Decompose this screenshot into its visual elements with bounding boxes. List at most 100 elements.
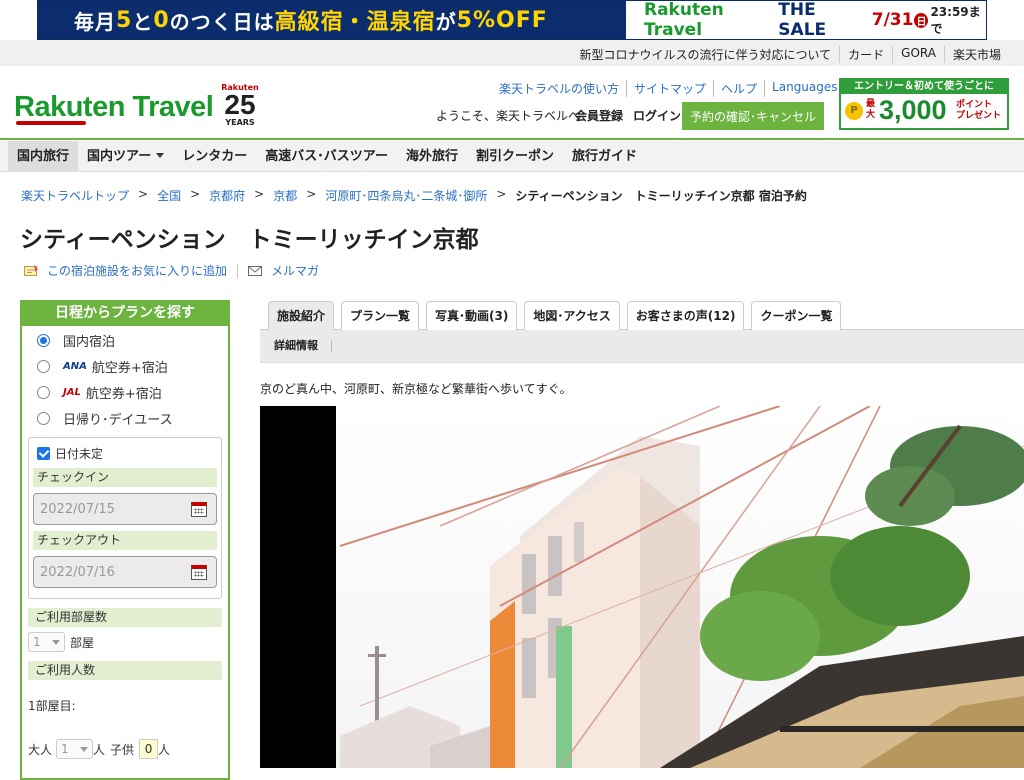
utility-bar: 新型コロナウイルスの流行に伴う対応について カード GORA 楽天市場 <box>0 40 1024 66</box>
main-nav: 国内旅行 国内ツアー レンタカー 高速バス･バスツアー 海外旅行 割引クーポン … <box>0 141 1024 172</box>
nav-coupons[interactable]: 割引クーポン <box>467 141 563 172</box>
breadcrumb-separator: > <box>496 187 507 201</box>
banner-text-3: と <box>132 9 154 34</box>
promo-max: 最大 <box>866 99 876 120</box>
tab-facility-intro[interactable]: 施設紹介 <box>268 301 335 330</box>
breadcrumb-separator: > <box>138 187 149 201</box>
option-day-use[interactable]: 日帰り･デイユース <box>22 405 228 431</box>
promo-banner[interactable]: 毎月 5 と 0 のつく日は 高級宿・温泉宿 が 5 %OFF Rakuten … <box>37 0 987 40</box>
banner-text-9: %OFF <box>472 7 548 33</box>
option-label: 日帰り･デイユース <box>63 412 173 428</box>
banner-sale: Rakuten Travel THE SALE 7/31 日 23:59まで <box>626 0 986 40</box>
rooms-row: 1 部屋 <box>28 632 222 652</box>
breadcrumb-kyoto[interactable]: 京都 <box>273 187 297 204</box>
nav-label: 割引クーポン <box>476 149 555 164</box>
checkin-value: 2022/07/15 <box>40 501 115 517</box>
banner-date: 7/31 <box>871 10 914 30</box>
banner-text-2: 5 <box>116 7 133 33</box>
jal-logo-icon: JAL <box>63 386 81 398</box>
rakuten-travel-logo[interactable]: Rakuten Travel <box>14 91 214 125</box>
link-how-to-use[interactable]: 楽天トラベルの使い方 <box>499 80 626 97</box>
link-sitemap[interactable]: サイトマップ <box>626 80 713 97</box>
tab-coupons[interactable]: クーポン一覧 <box>751 301 842 330</box>
nav-label: 国内ツアー <box>87 149 152 164</box>
banner-weekday: 日 <box>914 12 929 28</box>
radio-ana[interactable] <box>37 359 50 373</box>
nav-highway-bus[interactable]: 高速バス･バスツアー <box>256 141 397 172</box>
rooms-select[interactable]: 1 <box>28 632 65 652</box>
adult-label: 大人 <box>28 742 53 757</box>
utility-link-ichiba[interactable]: 楽天市場 <box>943 46 1009 63</box>
divider <box>237 263 239 278</box>
room1-label: 1部屋目: <box>28 699 76 713</box>
nav-overseas[interactable]: 海外旅行 <box>397 141 467 172</box>
add-favorite-link[interactable]: この宿泊施設をお気に入りに追加 <box>47 262 227 279</box>
breadcrumb-top[interactable]: 楽天トラベルトップ <box>21 187 129 204</box>
tab-plan-list[interactable]: プラン一覧 <box>341 301 420 330</box>
header-links: 楽天トラベルの使い方 サイトマップ ヘルプ Languages <box>499 80 858 97</box>
option-jal-flight-stay[interactable]: JAL 航空券+宿泊 <box>22 379 228 405</box>
radio-domestic-stay[interactable] <box>37 333 50 347</box>
member-register-link[interactable]: 会員登録 <box>575 107 623 124</box>
nav-rental-car[interactable]: レンタカー <box>173 141 256 172</box>
login-link[interactable]: ログイン <box>633 107 681 124</box>
promo-present: プレゼント <box>956 111 1002 121</box>
option-domestic-stay[interactable]: 国内宿泊 <box>22 327 228 353</box>
checkin-label: チェックイン <box>33 468 217 487</box>
link-help[interactable]: ヘルプ <box>713 80 764 97</box>
sub-tabs: 詳細情報 <box>260 330 1024 363</box>
checkout-value: 2022/07/16 <box>40 564 115 580</box>
utility-link-card[interactable]: カード <box>839 46 892 63</box>
hotel-description: 京のど真ん中、河原町、新京極など繁華街へ歩いてすぐ。 <box>260 382 572 396</box>
hotel-tabs: 施設紹介 プラン一覧 写真･動画(3) 地図･アクセス お客さまの声(12) ク… <box>260 301 1024 330</box>
date-undecided-label: 日付未定 <box>55 446 104 461</box>
guests-label: ご利用人数 <box>28 661 222 680</box>
points-promo-banner[interactable]: エントリー＆初めて使うごとに P 最大 3,000 ポイント プレゼント <box>839 78 1009 130</box>
child-count-input[interactable]: 0 <box>139 739 159 759</box>
sidebar-heading: 日程からプランを探す <box>20 300 230 326</box>
reservation-check-button[interactable]: 予約の確認･キャンセル <box>682 102 824 130</box>
banner-text-8: 5 <box>456 7 473 33</box>
checkin-input[interactable]: 2022/07/15 <box>33 493 217 525</box>
guests-row: 大人 1 人 子供 0 人 <box>28 739 222 759</box>
banner-text-5: のつく日は <box>169 9 275 34</box>
hotel-actions: この宿泊施設をお気に入りに追加 メルマガ <box>24 262 319 279</box>
nav-travel-guide[interactable]: 旅行ガイド <box>563 141 646 172</box>
breadcrumb-kyoto-pref[interactable]: 京都府 <box>209 187 245 204</box>
adult-select[interactable]: 1 <box>56 739 94 759</box>
subtab-details[interactable]: 詳細情報 <box>274 340 332 352</box>
date-undecided-checkbox[interactable] <box>37 446 50 460</box>
utility-link-covid[interactable]: 新型コロナウイルスの流行に伴う対応について <box>572 46 840 63</box>
radio-day-use[interactable] <box>37 411 50 425</box>
banner-text-6: 高級宿・温泉宿 <box>274 10 436 35</box>
adult-unit: 人 <box>93 742 106 757</box>
banner-time: 23:59まで <box>930 5 981 36</box>
calendar-icon[interactable] <box>191 565 207 580</box>
nav-domestic-travel[interactable]: 国内旅行 <box>8 141 79 172</box>
option-label: 航空券+宿泊 <box>85 386 162 402</box>
tab-reviews[interactable]: お客さまの声(12) <box>626 301 745 330</box>
hotel-photo[interactable] <box>260 406 1024 768</box>
logo-text: Rakuten Travel <box>14 91 214 123</box>
calendar-icon[interactable] <box>191 502 207 517</box>
checkout-input[interactable]: 2022/07/16 <box>33 556 217 588</box>
child-unit: 人 <box>158 742 171 757</box>
rooms-unit: 部屋 <box>70 635 95 650</box>
date-undecided-row[interactable]: 日付未定 <box>33 444 217 462</box>
utility-link-gora[interactable]: GORA <box>892 46 944 63</box>
tab-photos-videos[interactable]: 写真･動画(3) <box>426 301 518 330</box>
mailmag-link[interactable]: メルマガ <box>271 262 319 279</box>
rooms-label: ご利用部屋数 <box>28 608 222 627</box>
breadcrumb-area[interactable]: 河原町･四条烏丸･二条城･御所 <box>325 187 487 204</box>
site-header: Rakuten Travel Rakuten 25 YEARS 楽天トラベルの使… <box>0 66 1024 140</box>
radio-jal[interactable] <box>37 385 50 399</box>
option-ana-flight-stay[interactable]: ANA 航空券+宿泊 <box>22 353 228 379</box>
tab-map-access[interactable]: 地図･アクセス <box>524 301 620 330</box>
nav-domestic-tour[interactable]: 国内ツアー <box>78 141 173 172</box>
date-box: 日付未定 チェックイン 2022/07/15 チェックアウト 2022/07/1… <box>28 437 222 599</box>
banner-text-7: が <box>435 9 457 34</box>
plan-search-sidebar: 日程からプランを探す 国内宿泊 ANA 航空券+宿泊 JAL 航空券+宿泊 日帰… <box>20 300 230 780</box>
caret-down-icon <box>156 153 165 158</box>
promo-points-text: ポイント プレゼント <box>956 100 1001 122</box>
breadcrumb-nationwide[interactable]: 全国 <box>157 187 181 204</box>
